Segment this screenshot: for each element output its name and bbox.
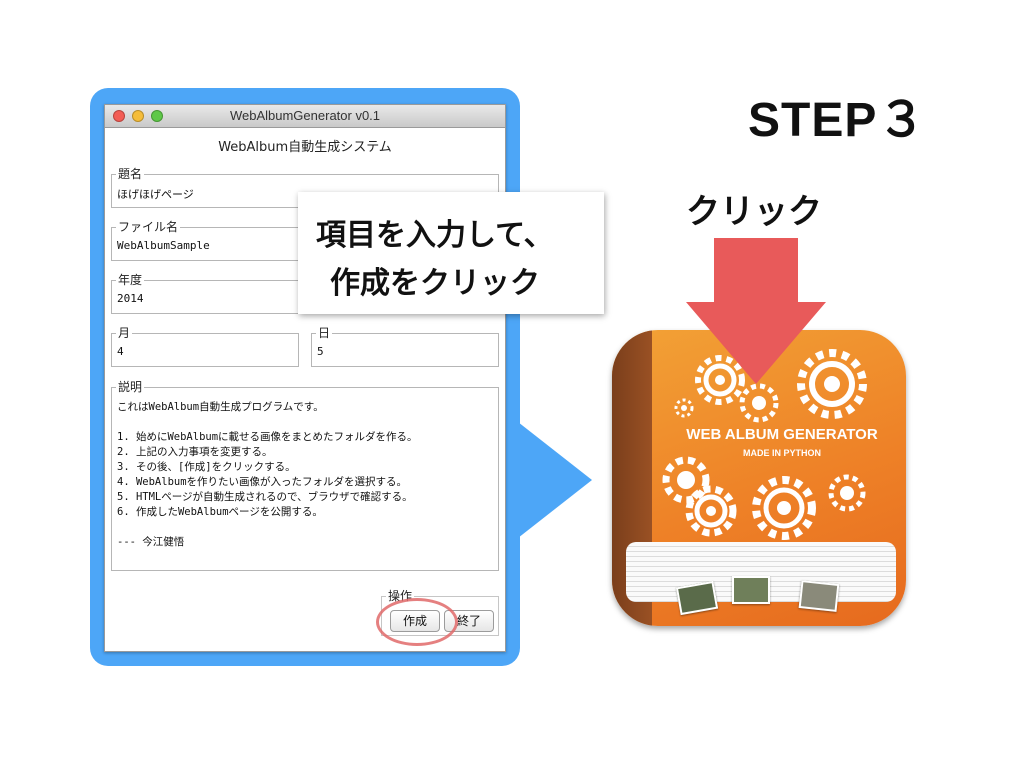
callout-line-2: 作成をクリック bbox=[330, 266, 540, 301]
day-field[interactable]: 日 5 bbox=[311, 325, 499, 367]
gear-icon bbox=[674, 398, 694, 418]
title-field-label: 題名 bbox=[116, 166, 145, 182]
day-field-label: 日 bbox=[316, 325, 333, 341]
callout-line-1: 項目を入力して、 bbox=[316, 218, 554, 253]
month-field-label: 月 bbox=[116, 325, 133, 341]
pointer-arrow-head bbox=[686, 302, 826, 384]
photo-thumbnail bbox=[732, 576, 770, 604]
gear-icon bbox=[739, 383, 779, 423]
click-label: クリック bbox=[686, 192, 822, 232]
gear-icon bbox=[828, 474, 866, 512]
year-field-label: 年度 bbox=[116, 272, 145, 288]
description-field[interactable]: 説明 これはWebAlbum自動生成プログラムです。 1. 始めにWebAlbu… bbox=[111, 379, 499, 571]
filename-field-value[interactable]: WebAlbumSample bbox=[117, 239, 210, 252]
window-titlebar[interactable]: WebAlbumGenerator v0.1 bbox=[105, 105, 505, 128]
description-textarea[interactable]: これはWebAlbum自動生成プログラムです。 1. 始めにWebAlbumに載… bbox=[117, 400, 494, 550]
highlight-ring bbox=[376, 598, 458, 646]
callout-frame-tail bbox=[518, 422, 592, 538]
filename-field-label: ファイル名 bbox=[116, 219, 181, 235]
month-field-value[interactable]: 4 bbox=[117, 345, 124, 358]
pointer-arrow-shaft bbox=[714, 238, 798, 304]
step-title: STEP３ bbox=[748, 94, 927, 147]
year-field-value[interactable]: 2014 bbox=[117, 292, 144, 305]
instruction-callout: 項目を入力して、 作成をクリック bbox=[298, 192, 604, 314]
window-title: WebAlbumGenerator v0.1 bbox=[229, 108, 381, 123]
photo-thumbnail bbox=[798, 580, 840, 612]
app-icon-title: WEB ALBUM GENERATOR bbox=[686, 426, 878, 443]
description-field-label: 説明 bbox=[116, 379, 145, 395]
month-field[interactable]: 月 4 bbox=[111, 325, 299, 367]
gear-icon bbox=[685, 485, 737, 537]
gear-icon bbox=[752, 476, 816, 540]
app-window: WebAlbumGenerator v0.1 WebAlbum自動生成システム … bbox=[104, 104, 506, 652]
title-field-value[interactable]: ほげほげページ bbox=[117, 186, 194, 202]
photo-thumbnail bbox=[675, 580, 719, 616]
app-heading: WebAlbum自動生成システム bbox=[218, 140, 392, 155]
day-field-value[interactable]: 5 bbox=[317, 345, 324, 358]
